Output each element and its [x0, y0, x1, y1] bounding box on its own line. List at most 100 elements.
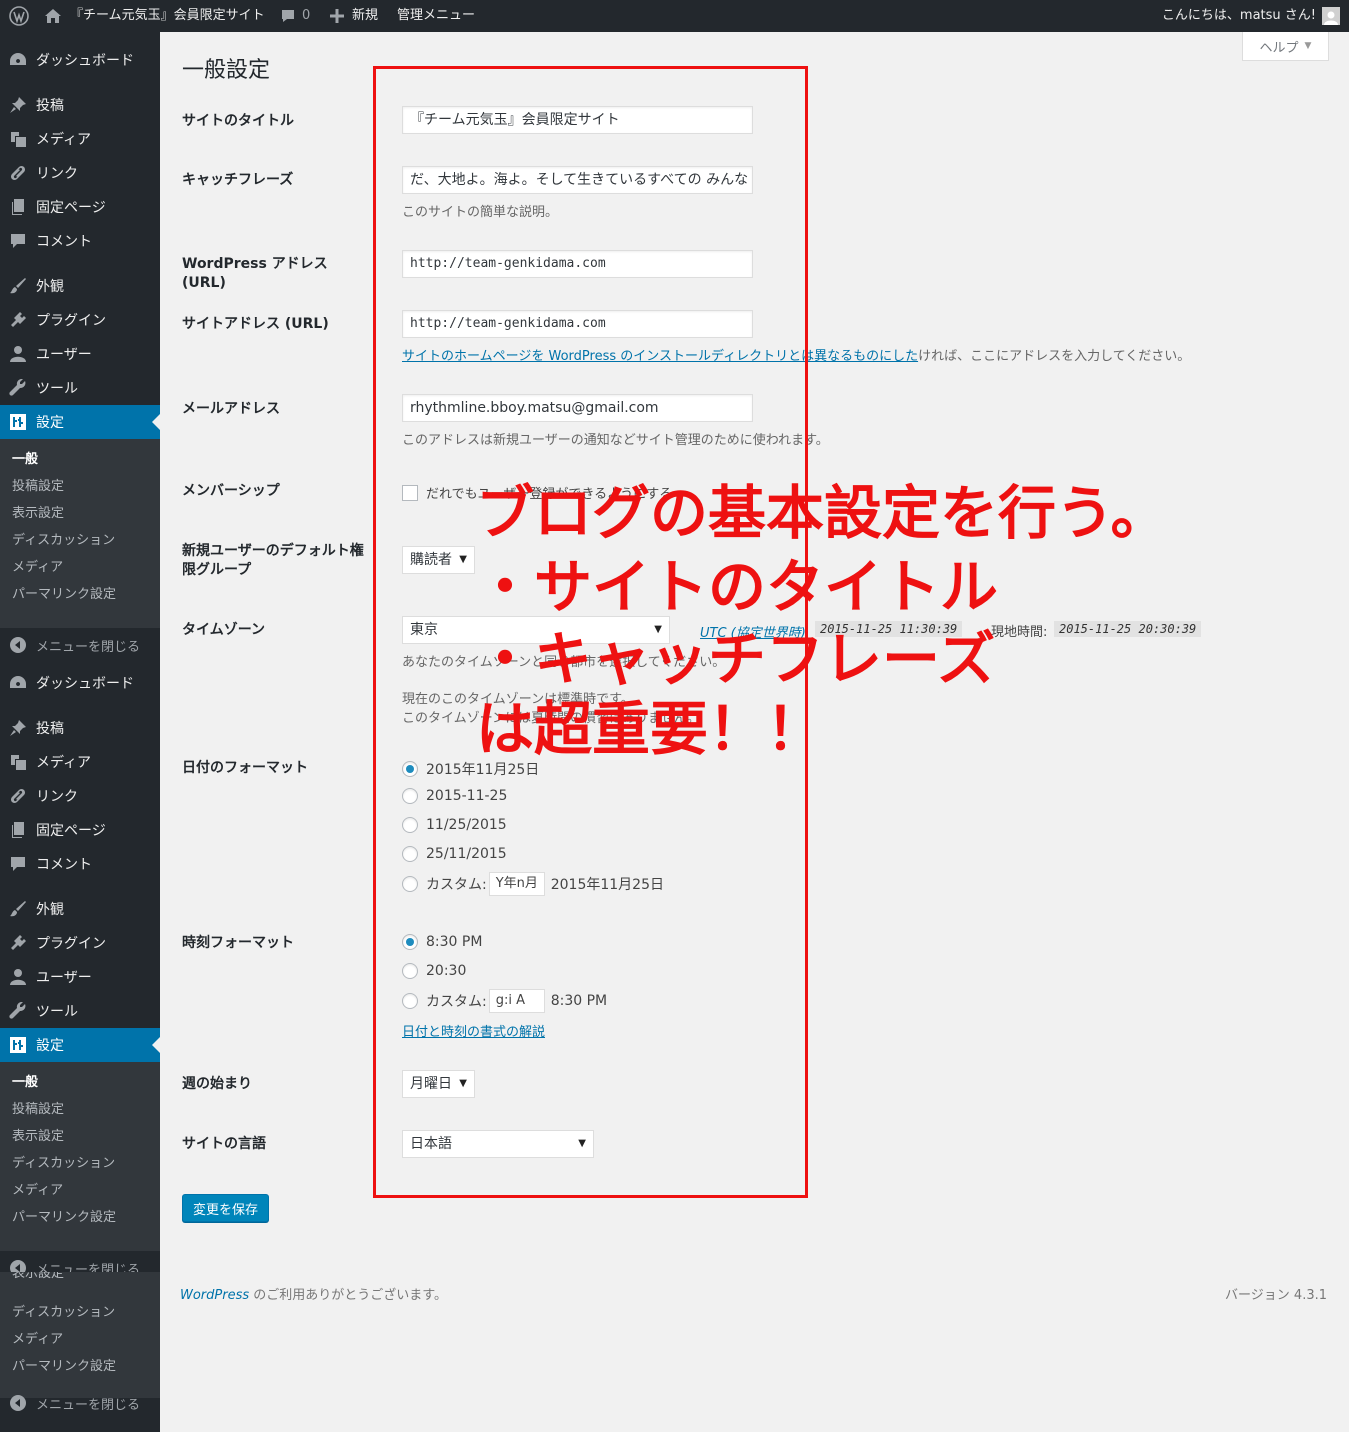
submenu-reading[interactable]: 表示設定	[12, 1125, 64, 1144]
date-format-option[interactable]: 11/25/2015	[402, 817, 507, 833]
chevron-down-icon: ▼	[459, 1078, 467, 1089]
submenu-permalinks[interactable]: パーマリンク設定	[12, 1206, 116, 1225]
menu-settings[interactable]: 設定	[0, 1028, 160, 1062]
custom-label: カスタム:	[426, 877, 487, 893]
date-format-custom-option[interactable]: カスタム: Y年n月 2015年11月25日	[402, 872, 664, 896]
time-format-custom-input[interactable]: g:i A	[488, 989, 545, 1013]
radio[interactable]	[402, 993, 418, 1009]
submenu-discussion[interactable]: ディスカッション	[12, 1301, 115, 1320]
date-format-option-label: 11/25/2015	[426, 817, 507, 833]
new-content-link[interactable]: 新規	[330, 0, 378, 32]
menu-appearance[interactable]: 外観	[0, 892, 160, 926]
date-format-custom-input[interactable]: Y年n月	[488, 872, 545, 896]
submenu-permalinks[interactable]: パーマリンク設定	[12, 583, 116, 602]
site-language-select[interactable]: 日本語 ▼	[402, 1130, 594, 1158]
footer-wordpress-link[interactable]: WordPress	[180, 1288, 249, 1303]
submenu-media[interactable]: メディア	[12, 556, 63, 575]
menu-media[interactable]: メディア	[0, 745, 160, 779]
site-title-input[interactable]: 『チーム元気玉』会員限定サイト	[402, 106, 753, 134]
wp-url-input[interactable]: http://team-genkidama.com	[402, 250, 753, 278]
save-changes-button[interactable]: 変更を保存	[182, 1194, 269, 1222]
my-account-link[interactable]: こんにちは、matsu さん!	[1162, 0, 1340, 32]
menu-comments[interactable]: コメント	[0, 847, 160, 881]
site-url-input[interactable]: http://team-genkidama.com	[402, 310, 753, 338]
menu-users[interactable]: ユーザー	[0, 960, 160, 994]
radio-selected[interactable]	[402, 761, 418, 777]
site-name-link[interactable]: 『チーム元気玉』会員限定サイト	[44, 0, 265, 32]
menu-tools[interactable]: ツール	[0, 994, 160, 1028]
submenu-writing[interactable]: 投稿設定	[12, 1098, 64, 1117]
submenu-discussion[interactable]: ディスカッション	[12, 529, 115, 548]
submenu-writing[interactable]: 投稿設定	[12, 475, 64, 494]
menu-dashboard[interactable]: ダッシュボード	[0, 43, 160, 77]
submenu-reading[interactable]: 表示設定	[12, 502, 64, 521]
membership-checkbox[interactable]	[402, 484, 418, 501]
menu-posts[interactable]: 投稿	[0, 88, 160, 122]
utc-link[interactable]: UTC (協定世界時)	[700, 622, 806, 641]
default-role-select[interactable]: 購読者 ▼	[402, 546, 475, 574]
site-url-doc-link[interactable]: サイトのホームページを WordPress のインストールディレクトリとは異なる…	[402, 349, 918, 364]
manage-menu-link[interactable]: 管理メニュー	[397, 0, 475, 32]
radio[interactable]	[402, 817, 418, 833]
submenu-general[interactable]: 一般	[12, 448, 38, 467]
menu-label: メディア	[36, 132, 92, 148]
home-icon	[44, 8, 62, 24]
time-format-custom-option[interactable]: カスタム: g:i A 8:30 PM	[402, 989, 607, 1013]
menu-comments[interactable]: コメント	[0, 224, 160, 258]
help-tab-button[interactable]: ヘルプ ▼	[1242, 32, 1329, 61]
menu-posts[interactable]: 投稿	[0, 711, 160, 745]
greeting: こんにちは、matsu さん!	[1161, 8, 1316, 23]
time-format-option[interactable]: 8:30 PM	[402, 934, 482, 950]
submenu-media[interactable]: メディア	[12, 1179, 63, 1198]
menu-media[interactable]: メディア	[0, 122, 160, 156]
user-icon	[0, 345, 36, 363]
tagline-input[interactable]: だ、大地よ。海よ。そして生きているすべての みんな	[402, 166, 753, 194]
menu-plugins[interactable]: プラグイン	[0, 303, 160, 337]
collapse-menu-button[interactable]: メニューを閉じる	[0, 1388, 160, 1418]
menu-appearance[interactable]: 外観	[0, 269, 160, 303]
week-start-value: 月曜日	[410, 1076, 452, 1092]
week-start-select[interactable]: 月曜日 ▼	[402, 1070, 475, 1098]
site-url-desc-rest: ければ、ここにアドレスを入力してください。	[918, 349, 1191, 364]
menu-users[interactable]: ユーザー	[0, 337, 160, 371]
menu-tools[interactable]: ツール	[0, 371, 160, 405]
timezone-value: 東京	[410, 622, 438, 638]
menu-links[interactable]: リンク	[0, 779, 160, 813]
tagline-description: このサイトの簡単な説明。	[402, 205, 559, 220]
comments-link[interactable]: 0	[280, 0, 310, 32]
timezone-select[interactable]: 東京 ▼	[402, 616, 670, 644]
radio[interactable]	[402, 788, 418, 804]
menu-dashboard[interactable]: ダッシュボード	[0, 666, 160, 700]
settings-submenu: 一般 投稿設定 表示設定 ディスカッション メディア パーマリンク設定	[0, 439, 160, 628]
wordpress-logo-icon[interactable]	[9, 0, 29, 32]
time-format-option[interactable]: 20:30	[402, 963, 466, 979]
submenu-media[interactable]: メディア	[12, 1328, 63, 1347]
label-week-start: 週の始まり	[182, 1076, 252, 1092]
submenu-general[interactable]: 一般	[12, 1071, 38, 1090]
email-input[interactable]: rhythmline.bboy.matsu@gmail.com	[402, 394, 753, 422]
menu-settings[interactable]: 設定	[0, 405, 160, 439]
membership-option[interactable]: だれでもユーザー登録ができるようにする	[402, 483, 672, 502]
plugin-icon	[0, 311, 36, 329]
menu-pages[interactable]: 固定ページ	[0, 190, 160, 224]
menu-pages[interactable]: 固定ページ	[0, 813, 160, 847]
submenu-permalinks[interactable]: パーマリンク設定	[12, 1355, 116, 1374]
radio[interactable]	[402, 846, 418, 862]
comments-count: 0	[302, 8, 311, 23]
date-time-doc-link[interactable]: 日付と時刻の書式の解説	[402, 1021, 545, 1040]
date-format-option[interactable]: 2015-11-25	[402, 788, 507, 804]
radio[interactable]	[402, 963, 418, 979]
site-language-value: 日本語	[410, 1136, 452, 1152]
submenu-reading[interactable]: 表示設定	[12, 1272, 64, 1281]
menu-plugins[interactable]: プラグイン	[0, 926, 160, 960]
new-label: 新規	[352, 8, 379, 23]
collapse-label: メニューを閉じる	[36, 639, 141, 655]
menu-label: ツール	[36, 381, 78, 397]
radio-selected[interactable]	[402, 934, 418, 950]
radio[interactable]	[402, 876, 418, 892]
submenu-discussion[interactable]: ディスカッション	[12, 1152, 115, 1171]
collapse-menu-button[interactable]: メニューを閉じる	[0, 630, 160, 660]
menu-links[interactable]: リンク	[0, 156, 160, 190]
date-format-option[interactable]: 25/11/2015	[402, 846, 507, 862]
date-format-option[interactable]: 2015年11月25日	[402, 759, 539, 779]
